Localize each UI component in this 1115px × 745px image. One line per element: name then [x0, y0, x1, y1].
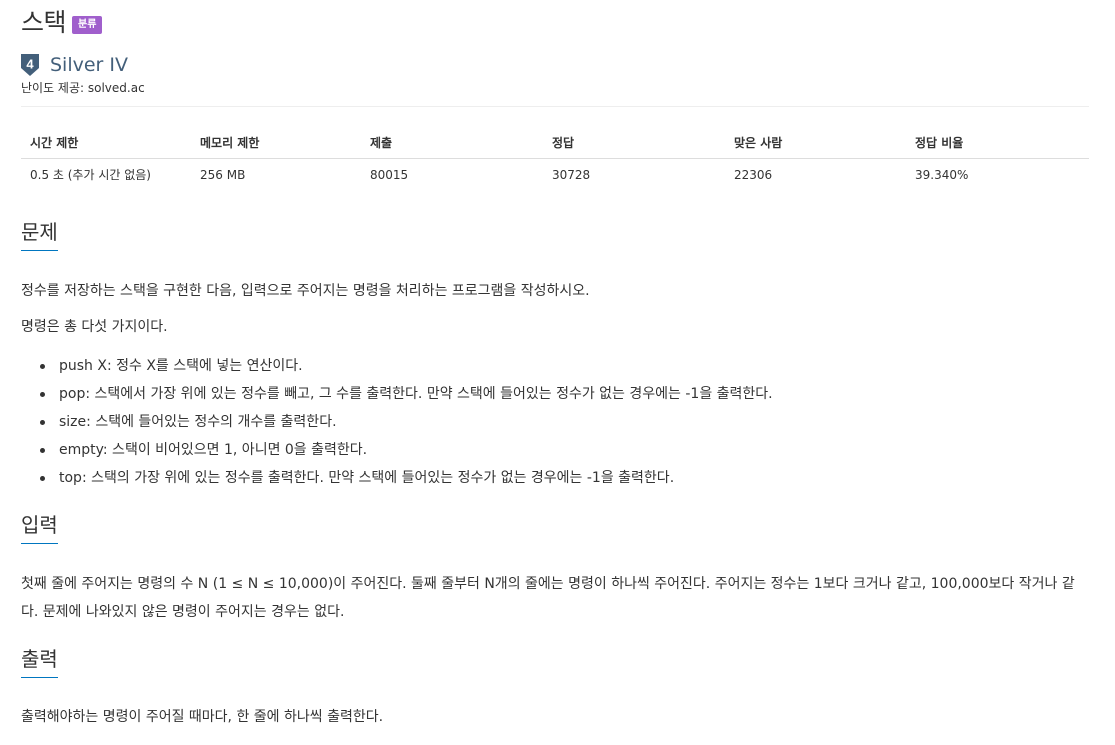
problem-section-header: 문제 — [21, 218, 1089, 251]
table-header: 맞은 사람 — [725, 127, 906, 159]
silver-tier-shield-icon: 4 — [21, 54, 39, 76]
problem-heading: 문제 — [21, 218, 58, 251]
output-heading: 출력 — [21, 645, 58, 678]
tier-number: 4 — [26, 57, 34, 72]
input-description: 첫째 줄에 주어지는 명령의 수 N (1 ≤ N ≤ 10,000)이 주어진… — [21, 576, 1075, 620]
command-list: push X: 정수 X를 스택에 넣는 연산이다. pop: 스택에서 가장 … — [40, 352, 1080, 492]
difficulty-credit: 난이도 제공: solved.ac — [21, 81, 145, 95]
divider — [21, 106, 1089, 107]
title-row: 스택 분류 — [21, 6, 103, 40]
list-item: top: 스택의 가장 위에 있는 정수를 출력한다. 만약 스택에 들어있는 … — [40, 464, 1080, 492]
problem-info-table: 시간 제한 메모리 제한 제출 정답 맞은 사람 정답 비율 0.5 초 (추가… — [21, 127, 1089, 191]
table-header: 시간 제한 — [21, 127, 191, 159]
list-item: empty: 스택이 비어있으면 1, 아니면 0을 출력한다. — [40, 436, 1080, 464]
memory-limit-cell: 256 MB — [200, 167, 246, 182]
table-header: 메모리 제한 — [191, 127, 361, 159]
solvers-cell: 22306 — [734, 167, 773, 182]
problem-header: 스택 분류 — [21, 6, 103, 40]
input-section-header: 입력 — [21, 511, 1089, 544]
category-badge[interactable]: 분류 — [72, 16, 103, 34]
problem-description: 명령은 총 다섯 가지이다. — [21, 319, 168, 335]
section-rule — [21, 250, 1089, 251]
accepted-cell: 30728 — [552, 167, 591, 182]
output-description: 출력해야하는 명령이 주어질 때마다, 한 줄에 하나씩 출력한다. — [21, 709, 384, 725]
submissions-cell: 80015 — [370, 167, 409, 182]
table-header: 정답 — [543, 127, 725, 159]
problem-description: 정수를 저장하는 스택을 구현한 다음, 입력으로 주어지는 명령을 처리하는 … — [21, 283, 590, 299]
list-item: push X: 정수 X를 스택에 넣는 연산이다. — [40, 352, 1080, 380]
difficulty-prefix: 난이도 제공: — [21, 81, 88, 95]
table-header: 제출 — [361, 127, 543, 159]
table-header-row: 시간 제한 메모리 제한 제출 정답 맞은 사람 정답 비율 — [21, 127, 1089, 159]
page-title: 스택 — [21, 8, 67, 37]
time-limit-cell: 0.5 초 (추가 시간 없음) — [30, 168, 151, 183]
accept-ratio-cell: 39.340% — [915, 167, 969, 182]
output-section-header: 출력 — [21, 645, 1089, 678]
tier-row: 4 Silver IV — [21, 53, 128, 77]
list-item: pop: 스택에서 가장 위에 있는 정수를 빼고, 그 수를 출력한다. 만약… — [40, 380, 1080, 408]
input-heading: 입력 — [21, 511, 58, 544]
section-rule — [21, 677, 1089, 678]
table-row: 0.5 초 (추가 시간 없음) 256 MB 80015 30728 2230… — [21, 158, 1089, 191]
section-rule — [21, 543, 1089, 544]
list-item: size: 스택에 들어있는 정수의 개수를 출력한다. — [40, 408, 1080, 436]
solved-ac-link[interactable]: solved.ac — [88, 81, 145, 95]
tier-label: Silver IV — [50, 54, 129, 76]
table-header: 정답 비율 — [906, 127, 1089, 159]
